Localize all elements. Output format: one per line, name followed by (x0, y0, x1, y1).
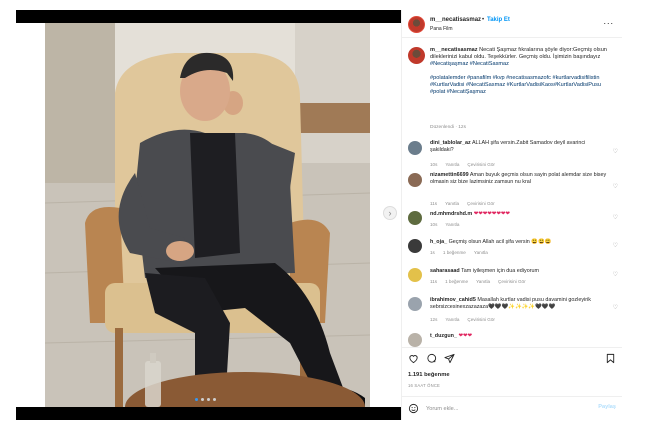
comment-username[interactable]: nizamettin6699 (430, 172, 469, 178)
comment-age: 12s (430, 317, 438, 322)
comment-username[interactable]: h_oja_ (430, 239, 447, 245)
heart-icon[interactable]: ♡ (613, 271, 618, 278)
caption-username[interactable]: m__necatisasmaz (430, 47, 478, 53)
carousel-dot-active (195, 398, 198, 401)
comment-age: 10s (430, 162, 438, 167)
translate-button[interactable]: Çevirisini Gör (467, 317, 495, 322)
comment-age: 10s (430, 222, 438, 227)
carousel-dot (213, 398, 216, 401)
avatar[interactable] (408, 141, 422, 155)
avatar[interactable] (408, 47, 425, 64)
post-sidebar: m__necatisasmaz • Takip Et Pana Film ...… (401, 10, 622, 420)
comment-text: t_duzgun_ ❤❤❤ (430, 333, 608, 340)
reply-button[interactable]: Yanıtla (445, 222, 459, 227)
comment-meta: 11s 1 beğenme Yanıtla Çevirisini Gör (430, 279, 534, 284)
comment-username[interactable]: saharasaad (430, 268, 460, 274)
comment-meta: 11s Yanıtla Çevirisini Gör (430, 201, 503, 206)
reply-button[interactable]: Yanıtla (445, 201, 459, 206)
comment-body: ❤❤❤ (458, 333, 473, 339)
comment-meta: 12s Yanıtla Çevirisini Gör (430, 317, 503, 322)
chevron-right-icon[interactable]: › (383, 206, 397, 220)
comment-username[interactable]: t_duzgun_ (430, 333, 457, 339)
comment-text: h_oja_ Geçmiş olsun Allah acil şifa vers… (430, 239, 608, 246)
avatar[interactable] (408, 268, 422, 282)
comment-age: 11s (430, 201, 438, 206)
caption-hashtags[interactable]: #Necatişaşmaz #NecatiSasmaz (430, 61, 509, 67)
comment-age: 1s (430, 250, 435, 255)
emoji-icon[interactable] (408, 403, 419, 414)
caption-meta: Düzenlendi · 12s (430, 125, 466, 130)
comment-text: saharasaad Tam iyileşmen için dua ediyor… (430, 268, 608, 275)
comment-meta: 1s 1 beğenme Yanıtla (430, 250, 496, 255)
carousel-dot (207, 398, 210, 401)
avatar[interactable] (408, 297, 422, 311)
action-bar (402, 347, 622, 367)
post-comment-button[interactable]: Paylaş (598, 404, 616, 410)
comment-body: Tam iyileşmen için dua ediyorum (461, 268, 539, 274)
bookmark-icon[interactable] (605, 353, 616, 364)
comment-text: ibrahimov_cahid5 Masallah kurtlar vadisi… (430, 297, 608, 311)
heart-icon[interactable]: ♡ (613, 242, 618, 249)
comment-username[interactable]: ibrahimov_cahid5 (430, 297, 476, 303)
top-letterbox (16, 10, 401, 23)
comment-icon[interactable] (426, 353, 437, 364)
heart-icon[interactable]: ♡ (613, 304, 618, 311)
avatar[interactable] (408, 173, 422, 187)
likes-count[interactable]: 1.191 beğenme (408, 372, 450, 378)
comment-text: nd.mhmdrshd.m ❤❤❤❤❤❤❤❤ (430, 211, 608, 218)
comment-username[interactable]: dini_tablolar_az (430, 140, 471, 146)
avatar[interactable] (408, 211, 422, 225)
avatar[interactable] (408, 16, 425, 33)
comment-composer: Paylaş (402, 396, 622, 420)
avatar[interactable] (408, 333, 422, 347)
comment-meta: 10s Yanıtla (430, 222, 467, 227)
comment-text: nizamettin6699 Aman buyuk geçmis olsun s… (430, 172, 608, 186)
bottom-letterbox (16, 407, 401, 420)
post-viewer: › m__necatisasmaz • Takip Et Pana Film .… (0, 0, 650, 440)
comment-text: dini_tablolar_az ALLAH şifa versin.Zabit… (430, 140, 608, 154)
comment-username[interactable]: nd.mhmdrshd.m (430, 211, 472, 217)
header-separator: • (482, 17, 485, 23)
avatar[interactable] (408, 239, 422, 253)
post-time: 16 SAAT ÖNCE (408, 383, 441, 388)
header-subtitle[interactable]: Pana Film (430, 26, 453, 32)
post-photo[interactable] (45, 23, 370, 407)
translate-button[interactable]: Çevirisini Gör (467, 162, 495, 167)
carousel-dots (195, 398, 216, 401)
carousel-dot (201, 398, 204, 401)
follow-button[interactable]: Takip Et (487, 17, 510, 23)
reply-button[interactable]: Yanıtla (474, 250, 488, 255)
reply-button[interactable]: Yanıtla (445, 317, 459, 322)
heart-icon[interactable]: ♡ (613, 214, 618, 221)
photo-illustration (45, 23, 370, 407)
translate-button[interactable]: Çevirisini Gör (467, 201, 495, 206)
comment-meta: 10s Yanıtla Çevirisini Gör (430, 162, 503, 167)
comment-body: Geçmiş olsun Allah acil şifa versin 😩😩😩 (448, 239, 552, 245)
heart-icon[interactable] (408, 353, 419, 364)
post-header: m__necatisasmaz • Takip Et Pana Film ... (402, 10, 622, 38)
caption-hashtags[interactable]: #polatalemder #panafilm #kvp #necatisasm… (430, 75, 601, 95)
heart-icon[interactable]: ♡ (613, 183, 618, 190)
likes-count[interactable]: 1 beğenme (443, 250, 466, 255)
translate-button[interactable]: Çevirisini Gör (498, 279, 526, 284)
reply-button[interactable]: Yanıtla (476, 279, 490, 284)
caption-text: m__necatisasmaz Necati Şaşmaz fıkraların… (430, 47, 615, 96)
reply-button[interactable]: Yanıtla (445, 162, 459, 167)
heart-icon[interactable]: ♡ (613, 148, 618, 155)
comment-age: 11s (430, 279, 438, 284)
more-options-icon[interactable]: ... (603, 16, 614, 26)
header-username[interactable]: m__necatisasmaz (430, 17, 481, 23)
comment-input[interactable] (426, 404, 576, 414)
likes-count[interactable]: 1 beğenme (445, 279, 468, 284)
share-icon[interactable] (444, 353, 455, 364)
comment-body: ❤❤❤❤❤❤❤❤ (473, 211, 510, 217)
